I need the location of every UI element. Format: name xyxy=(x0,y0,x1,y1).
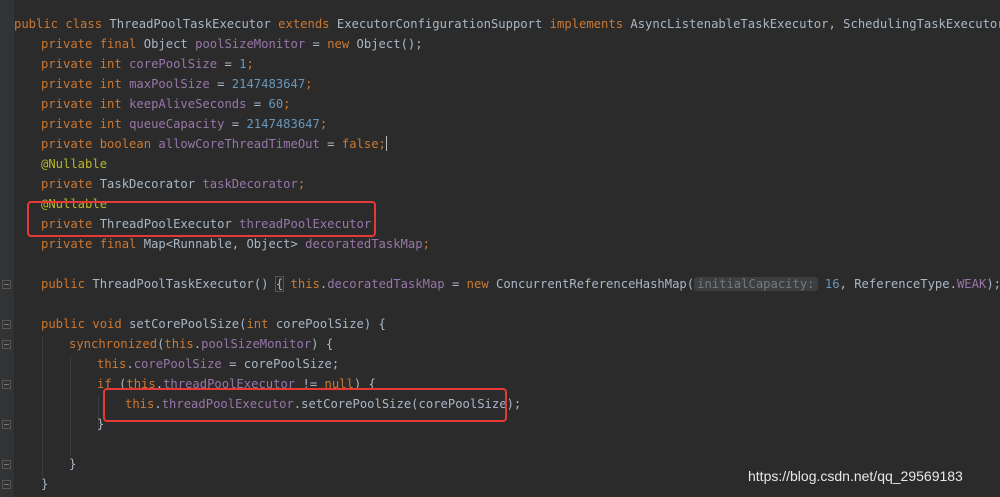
code-line: private int maxPoolSize = 2147483647; xyxy=(41,77,313,91)
code-line: } xyxy=(41,477,49,491)
indent-guide xyxy=(70,356,71,456)
code-line-method-declaration: public void setCorePoolSize(int corePool… xyxy=(41,317,386,331)
fold-marker-icon[interactable] xyxy=(2,280,11,289)
parameter-hint: initialCapacity: xyxy=(694,277,818,291)
fold-marker-icon[interactable] xyxy=(2,380,11,389)
indent-guide xyxy=(42,336,43,476)
highlight-box-field xyxy=(27,201,376,237)
code-line: private boolean allowCoreThreadTimeOut =… xyxy=(41,136,387,151)
fold-marker-icon[interactable] xyxy=(2,340,11,349)
code-line: private final Map<Runnable, Object> deco… xyxy=(41,237,430,251)
code-line: private int queueCapacity = 2147483647; xyxy=(41,117,328,131)
code-line: private int keepAliveSeconds = 60; xyxy=(41,97,291,111)
code-line: synchronized(this.poolSizeMonitor) { xyxy=(69,337,334,351)
code-line: } xyxy=(69,457,77,471)
code-line-constructor: public ThreadPoolTaskExecutor() { this.d… xyxy=(41,276,1000,292)
fold-marker-icon[interactable] xyxy=(2,460,11,469)
watermark: https://blog.csdn.net/qq_29569183 xyxy=(748,468,963,484)
fold-marker-icon[interactable] xyxy=(2,320,11,329)
code-line: private final Object poolSizeMonitor = n… xyxy=(41,37,423,51)
code-line: private int corePoolSize = 1; xyxy=(41,57,254,71)
fold-marker-icon[interactable] xyxy=(2,480,11,489)
code-line: @Nullable xyxy=(41,157,108,171)
code-line: private TaskDecorator taskDecorator; xyxy=(41,177,306,191)
fold-marker-icon[interactable] xyxy=(2,420,11,429)
highlight-box-method-call xyxy=(103,388,507,422)
code-line: this.corePoolSize = corePoolSize; xyxy=(97,357,340,371)
text-caret xyxy=(385,136,387,151)
code-line-class-declaration: public class ThreadPoolTaskExecutor exte… xyxy=(14,17,1000,31)
